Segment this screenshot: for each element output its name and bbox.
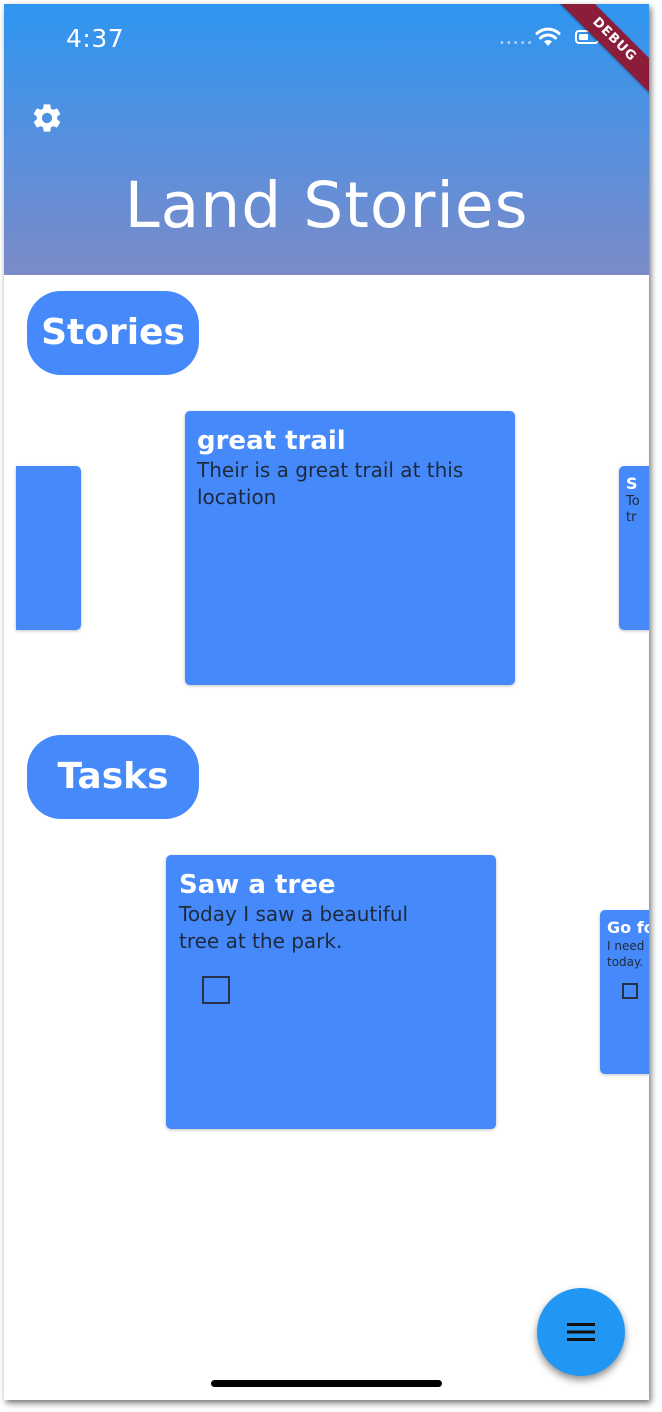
task-card-next-title: Go fo xyxy=(607,918,649,937)
stories-section-button[interactable]: Stories xyxy=(27,291,199,375)
menu-icon xyxy=(567,1323,595,1341)
home-indicator xyxy=(211,1380,442,1387)
status-time: 4:37 xyxy=(66,24,125,53)
app-screen: 4:37 ••••• DEBUG Land Stories Stories gr… xyxy=(4,4,649,1400)
wifi-icon xyxy=(535,27,561,46)
menu-fab-button[interactable] xyxy=(537,1288,625,1376)
story-card-previous[interactable] xyxy=(16,466,81,630)
task-card-current[interactable]: Saw a tree Today I saw a beautiful tree … xyxy=(166,855,496,1129)
story-card-current[interactable]: great trail Their is a great trail at th… xyxy=(185,411,515,685)
task-next-checkbox[interactable] xyxy=(622,983,638,999)
story-card-body: Their is a great trail at this location xyxy=(197,458,464,509)
story-card-next-body: To tr xyxy=(626,494,640,525)
signal-icon: ••••• xyxy=(499,38,534,49)
debug-banner: DEBUG xyxy=(548,4,649,106)
story-card-title: great trail xyxy=(197,426,346,456)
tasks-section-button[interactable]: Tasks xyxy=(27,735,199,819)
app-title: Land Stories xyxy=(124,169,529,242)
task-card-body: Today I saw a beautiful tree at the park… xyxy=(179,902,409,953)
story-card-next[interactable]: S To tr xyxy=(619,466,649,630)
task-checkbox[interactable] xyxy=(202,976,230,1004)
task-card-next-body: I need today. xyxy=(607,939,645,969)
status-icons: ••••• xyxy=(499,26,599,54)
gear-icon[interactable] xyxy=(30,101,64,135)
task-card-next[interactable]: Go fo I need today. xyxy=(600,910,649,1074)
story-card-next-title: S xyxy=(626,474,638,493)
app-header: 4:37 ••••• DEBUG Land Stories xyxy=(4,4,649,275)
task-card-title: Saw a tree xyxy=(179,870,336,900)
